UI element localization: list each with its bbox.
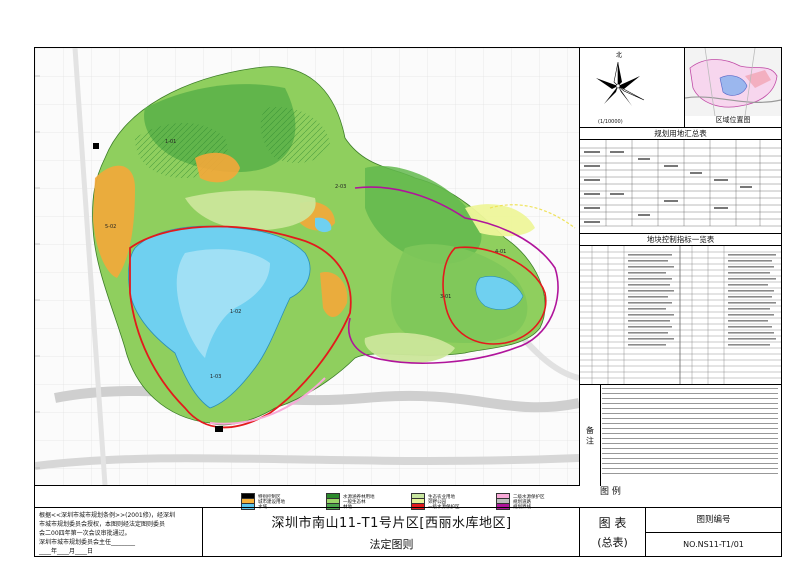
summary-table-grid xyxy=(580,140,781,227)
map-label: 1-01 xyxy=(165,139,176,145)
land-use-summary-title: 规划用地汇总表 xyxy=(580,128,781,140)
drawing-title-main: 深圳市南山11-T1号片区[西丽水库地区] xyxy=(271,516,512,531)
title-block: 根据<<深圳市城市规划条例>>(2001修)，经深圳 市城市规划委员会授权，本图… xyxy=(35,507,781,557)
control-table-grid xyxy=(580,246,781,384)
approval-note: 根据<<深圳市城市规划条例>>(2001修)，经深圳 市城市规划委员会授权，本图… xyxy=(35,508,203,557)
map-label: 2-03 xyxy=(335,184,346,190)
north-label: 北 xyxy=(616,51,622,59)
sheet-number-value: NO.NS11-T1/01 xyxy=(683,540,744,549)
sheet-type: 图 表 (总表) xyxy=(580,508,646,557)
sheet-type-sub: (总表) xyxy=(597,536,628,549)
map-label: 1-02 xyxy=(230,309,241,315)
notes-label: 备 注 xyxy=(580,385,601,486)
location-map-caption: 区域位置图 xyxy=(715,116,751,124)
approval-line: 市城市规划委员会授权，本图则经法定图则委员 xyxy=(39,521,166,528)
map-scale: (1/10000) xyxy=(598,119,623,125)
drawing-title-sub: 法定图则 xyxy=(369,538,414,551)
map-label: 3-01 xyxy=(440,294,451,300)
approval-line: 会二00四年第一次会议审批通过。 xyxy=(39,530,131,537)
drawing-title: 深圳市南山11-T1号片区[西丽水库地区] 法定图则 xyxy=(204,508,580,557)
side-panel: 北 (1/10000) 区域位置图 规划用地汇总表 地块控制指标一览表 备 注 xyxy=(580,47,782,486)
land-use-map: 1-01 1-02 1-03 2-03 3-01 4-01 5-02 xyxy=(35,48,580,486)
approval-line: 深圳市城市规划委员会主任________ xyxy=(39,539,136,546)
legend-items: 特别控制区 城市建设用地 水域 水源涵养林用地 一般生态林 林地 生态农业用地 郊野公园 一级水… xyxy=(241,493,781,510)
drawing-sheet: 1-01 1-02 1-03 2-03 3-01 4-01 5-02 北 (1/… xyxy=(34,47,782,557)
plot-control-index-table: 地块控制指标一览表 xyxy=(580,234,781,384)
approval-line: 根据<<深圳市城市规划条例>>(2001修)，经深圳 xyxy=(39,512,176,519)
location-map-graphic xyxy=(684,47,782,117)
sheet-number: 图则编号 NO.NS11-T1/01 xyxy=(646,508,781,557)
land-use-summary-table: 规划用地汇总表 xyxy=(580,128,781,234)
map-label: 1-03 xyxy=(210,374,221,380)
map-canvas: 1-01 1-02 1-03 2-03 3-01 4-01 5-02 xyxy=(35,48,579,485)
north-arrow-box: 北 (1/10000) xyxy=(580,48,685,128)
sheet-number-label: 图则编号 xyxy=(646,508,781,533)
sheet-type-main: 图 表 xyxy=(598,516,627,530)
notes-text xyxy=(602,388,778,483)
legend: 图 例 特别控制区 城市建设用地 水域 水源涵养林用地 一般生态林 林地 生态农业用地 郊野公… xyxy=(35,485,781,510)
notes-section: 备 注 xyxy=(580,384,781,486)
plot-control-index-title: 地块控制指标一览表 xyxy=(580,234,781,246)
map-label: 5-02 xyxy=(105,224,116,230)
map-label: 4-01 xyxy=(495,249,506,255)
location-map: 区域位置图 xyxy=(684,47,782,128)
north-arrow-icon: 北 xyxy=(596,51,645,106)
approval-line: ____年____月____日 xyxy=(39,548,94,555)
